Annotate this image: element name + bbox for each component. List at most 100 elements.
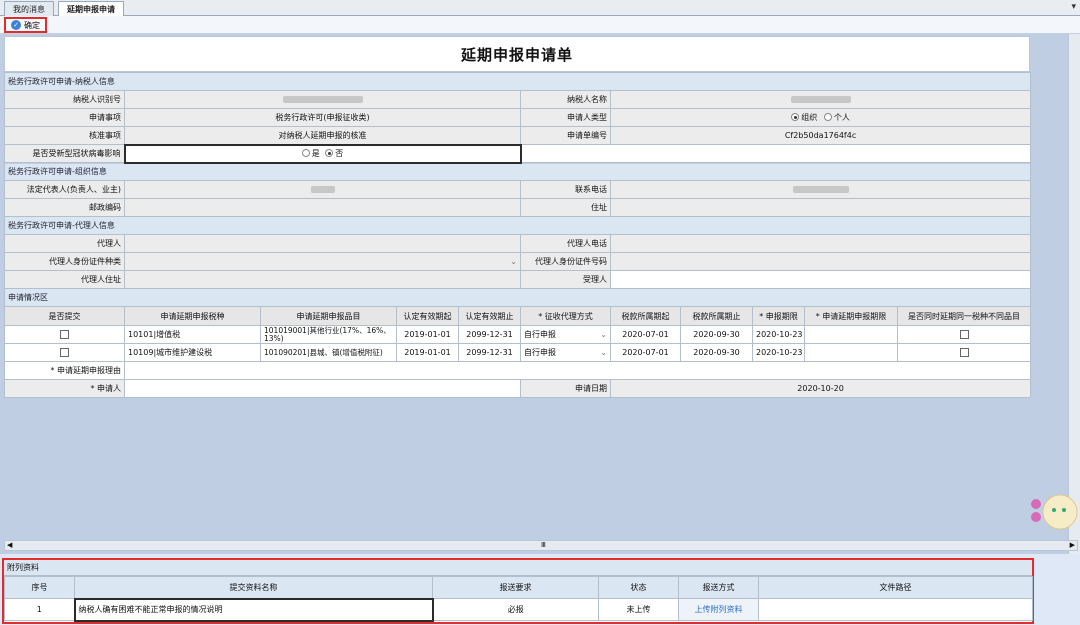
valid-to: 2099-12-31: [458, 325, 521, 344]
period-from: 2020-07-01: [610, 343, 681, 362]
postcode-label: 邮政编码: [4, 198, 125, 217]
toolbar: ✓ 确定: [0, 16, 1080, 34]
phone-value: [609, 180, 1032, 199]
col-header: 申请延期申报品目: [260, 306, 397, 326]
radio-org[interactable]: [791, 113, 800, 121]
period-to: 2020-09-30: [680, 343, 753, 362]
scroll-grip-icon[interactable]: Ⅲ: [541, 541, 546, 549]
attachment-name: 纳税人确有困难不能正常申报的情况说明: [73, 597, 434, 622]
attachments-panel: 附列资料 序号 提交资料名称 报送要求 状态 报送方式 文件路径 1 纳税人确有…: [2, 558, 1034, 624]
covid-label: 是否受新型冠状病毒影响: [4, 144, 125, 163]
attachment-no: 1: [4, 598, 75, 621]
taxpayer-id-label: 纳税人识别号: [4, 90, 125, 109]
agent-label: 代理人: [4, 234, 125, 253]
agent-id-type-select[interactable]: ⌄: [124, 252, 521, 271]
valid-from: 2019-01-01: [396, 343, 459, 362]
radio-individual[interactable]: [823, 113, 832, 121]
upload-attachment-link[interactable]: 上传附列资料: [678, 598, 759, 621]
app-no-label: 申请单编号: [520, 126, 611, 145]
deadline: 2020-10-23: [752, 325, 805, 344]
covid-empty: [519, 144, 1032, 163]
period-to: 2020-09-30: [680, 325, 753, 344]
scroll-right-icon[interactable]: ▶: [1070, 541, 1075, 549]
deferred-deadline-input[interactable]: [804, 325, 898, 344]
tax-item: 101019001|其他行业(17%、16%、13%): [260, 325, 397, 344]
application-form: 延期申报申请单 税务行政许可申请-纳税人信息 纳税人识别号 纳税人名称 申请事项…: [3, 36, 1032, 546]
col-header: 认定有效期起: [396, 306, 459, 326]
postcode-value: [124, 198, 521, 217]
col-header: 申请延期申报税种: [124, 306, 261, 326]
col-header: 认定有效期止: [458, 306, 521, 326]
applicant-input[interactable]: [124, 379, 521, 398]
col-header: 状态: [598, 576, 679, 599]
deferred-deadline-input[interactable]: [804, 343, 898, 362]
same-type-checkbox[interactable]: [896, 325, 1032, 344]
form-table: 税务行政许可申请-纳税人信息 纳税人识别号 纳税人名称 申请事项 税务行政许可(…: [3, 72, 1032, 398]
agent-addr-label: 代理人住址: [4, 270, 125, 289]
form-title: 延期申报申请单: [4, 36, 1030, 72]
approve-item-value: 对纳税人延期申报的核准: [124, 126, 521, 145]
col-header: 报送方式: [678, 576, 759, 599]
mascot-icon[interactable]: [1030, 490, 1078, 532]
reason-input[interactable]: [123, 361, 1032, 380]
agent-phone-label: 代理人电话: [520, 234, 611, 253]
col-header: * 申报期限: [752, 306, 805, 326]
agent-id-type-label: 代理人身份证件种类: [4, 252, 125, 271]
agent-id-no-label: 代理人身份证件号码: [520, 252, 611, 271]
attachment-requirement: 必报: [432, 598, 599, 621]
col-header: 序号: [4, 576, 75, 599]
apply-item-label: 申请事项: [4, 108, 125, 127]
radio-covid-no[interactable]: [325, 149, 334, 157]
radio-individual-label: 个人: [833, 113, 850, 122]
collection-mode-select[interactable]: 自行申报 ⌄: [520, 343, 611, 362]
attachments-table: 序号 提交资料名称 报送要求 状态 报送方式 文件路径 1 纳税人确有困难不能正…: [4, 576, 1033, 622]
tax-type: 10101|增值税: [124, 325, 261, 344]
form-scroll-area[interactable]: 延期申报申请单 税务行政许可申请-纳税人信息 纳税人识别号 纳税人名称 申请事项…: [0, 34, 1080, 554]
collection-mode-select[interactable]: 自行申报 ⌄: [520, 325, 611, 344]
approve-item-label: 核准事项: [4, 126, 125, 145]
phone-label: 联系电话: [520, 180, 611, 199]
legal-rep-label: 法定代表人(负责人、业主): [4, 180, 125, 199]
tax-item: 101090201|县城、镇(增值税附征): [260, 343, 397, 362]
section-organization: 税务行政许可申请-组织信息: [3, 162, 1032, 181]
submit-checkbox[interactable]: [4, 325, 125, 344]
applicant-label: * 申请人: [4, 379, 125, 398]
valid-to: 2099-12-31: [458, 343, 521, 362]
col-header: * 申请延期申报期限: [804, 306, 898, 326]
same-type-checkbox[interactable]: [896, 343, 1032, 362]
col-header: 税款所属期起: [610, 306, 681, 326]
section-taxpayer: 税务行政许可申请-纳税人信息: [3, 72, 1032, 91]
section-agent: 税务行政许可申请-代理人信息: [3, 216, 1032, 235]
table-row: 10109|城市维护建设税 101090201|县城、镇(增值税附征) 2019…: [4, 343, 1032, 362]
col-header: * 征收代理方式: [520, 306, 611, 326]
taxpayer-id-value: [124, 90, 521, 109]
tax-type: 10109|城市维护建设税: [124, 343, 261, 362]
chevron-down-icon: ⌄: [510, 257, 517, 266]
tab-my-messages[interactable]: 我的消息: [4, 1, 54, 16]
vertical-scrollbar[interactable]: [1068, 34, 1080, 554]
scroll-left-icon[interactable]: ◀: [7, 541, 12, 549]
collection-mode-value: 自行申报: [524, 348, 556, 357]
horizontal-scrollbar[interactable]: ◀ Ⅲ ▶: [4, 540, 1078, 551]
table-row: 1 纳税人确有困难不能正常申报的情况说明 必报 未上传 上传附列资料: [4, 597, 1033, 622]
col-header: 提交资料名称: [74, 576, 433, 599]
col-header: 文件路径: [758, 576, 1033, 599]
radio-covid-yes[interactable]: [301, 149, 310, 157]
applicant-type-label: 申请人类型: [520, 108, 611, 127]
address-label: 住址: [520, 198, 611, 217]
app-no-value: Cf2b50da1764f4c: [609, 126, 1032, 145]
agent-value: [124, 234, 521, 253]
tab-deferred-filing[interactable]: 延期申报申请: [58, 1, 124, 16]
chevron-down-icon: ⌄: [600, 330, 607, 339]
tab-bar: 我的消息 延期申报申请 ▾: [0, 0, 1080, 16]
taxpayer-name-value: [609, 90, 1032, 109]
receiver-input[interactable]: [609, 270, 1032, 289]
radio-org-label: 组织: [801, 113, 818, 122]
applicant-type-radios: 组织 个人: [609, 108, 1032, 127]
chevron-down-icon[interactable]: ▾: [1071, 2, 1076, 12]
confirm-button[interactable]: ✓ 确定: [4, 17, 47, 33]
submit-checkbox[interactable]: [4, 343, 125, 362]
section-application: 申请情况区: [3, 288, 1032, 307]
check-icon: ✓: [11, 20, 21, 30]
col-header: 报送要求: [432, 576, 599, 599]
